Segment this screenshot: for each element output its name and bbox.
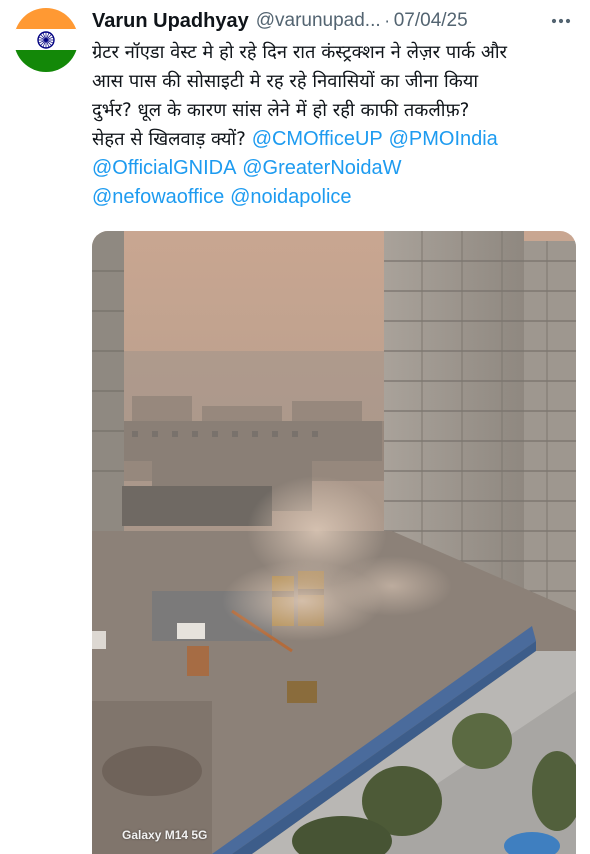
tweet-text-line: दुर्भर? धूल के कारण सांस लेने में हो रही… (92, 100, 470, 121)
mention-link[interactable]: @OfficialGNIDA (92, 157, 236, 179)
tweet-text-line: ग्रेटर नॉएडा वेस्ट मे हो रहे दिन रात कंस… (92, 42, 508, 63)
more-options-button[interactable] (548, 8, 574, 34)
separator-dot: · (384, 11, 390, 31)
user-handle[interactable]: @varunupad... (256, 10, 381, 32)
avatar[interactable] (14, 8, 78, 72)
display-name[interactable]: Varun Upadhyay (92, 10, 249, 33)
mention-link[interactable]: @nefowaoffice (92, 186, 224, 208)
tweet-text-line-with-mentions: सेहत से खिलवाड़ क्यों? @CMOfficeUP @PMOI… (92, 125, 572, 154)
more-horizontal-icon (551, 18, 571, 24)
india-flag-icon (14, 8, 78, 72)
mention-link[interactable]: @CMOfficeUP (252, 128, 383, 150)
construction-site-photo (92, 231, 576, 854)
camera-watermark: Galaxy M14 5G (122, 828, 208, 842)
tweet-text: ग्रेटर नॉएडा वेस्ट मे हो रहे दिन रात कंस… (92, 38, 572, 212)
mention-link[interactable]: @PMOIndia (389, 128, 498, 150)
tweet-photo[interactable]: Galaxy M14 5G (92, 231, 576, 854)
mention-link[interactable]: @noidapolice (230, 186, 352, 208)
tweet[interactable]: Varun Upadhyay @varunupad... · 07/04/25 … (0, 0, 590, 854)
tweet-text-line: सेहत से खिलवाड़ क्यों? (92, 129, 246, 150)
mention-link[interactable]: @GreaterNoidaW (242, 157, 401, 179)
tweet-header: Varun Upadhyay @varunupad... · 07/04/25 (92, 6, 582, 36)
mentions-line: @OfficialGNIDA @GreaterNoidaW (92, 154, 572, 183)
tweet-date[interactable]: 07/04/25 (394, 10, 468, 32)
mentions-line: @nefowaoffice @noidapolice (92, 183, 572, 212)
tweet-text-line: आस पास की सोसाइटी मे रह रहे निवासियों का… (92, 71, 479, 92)
